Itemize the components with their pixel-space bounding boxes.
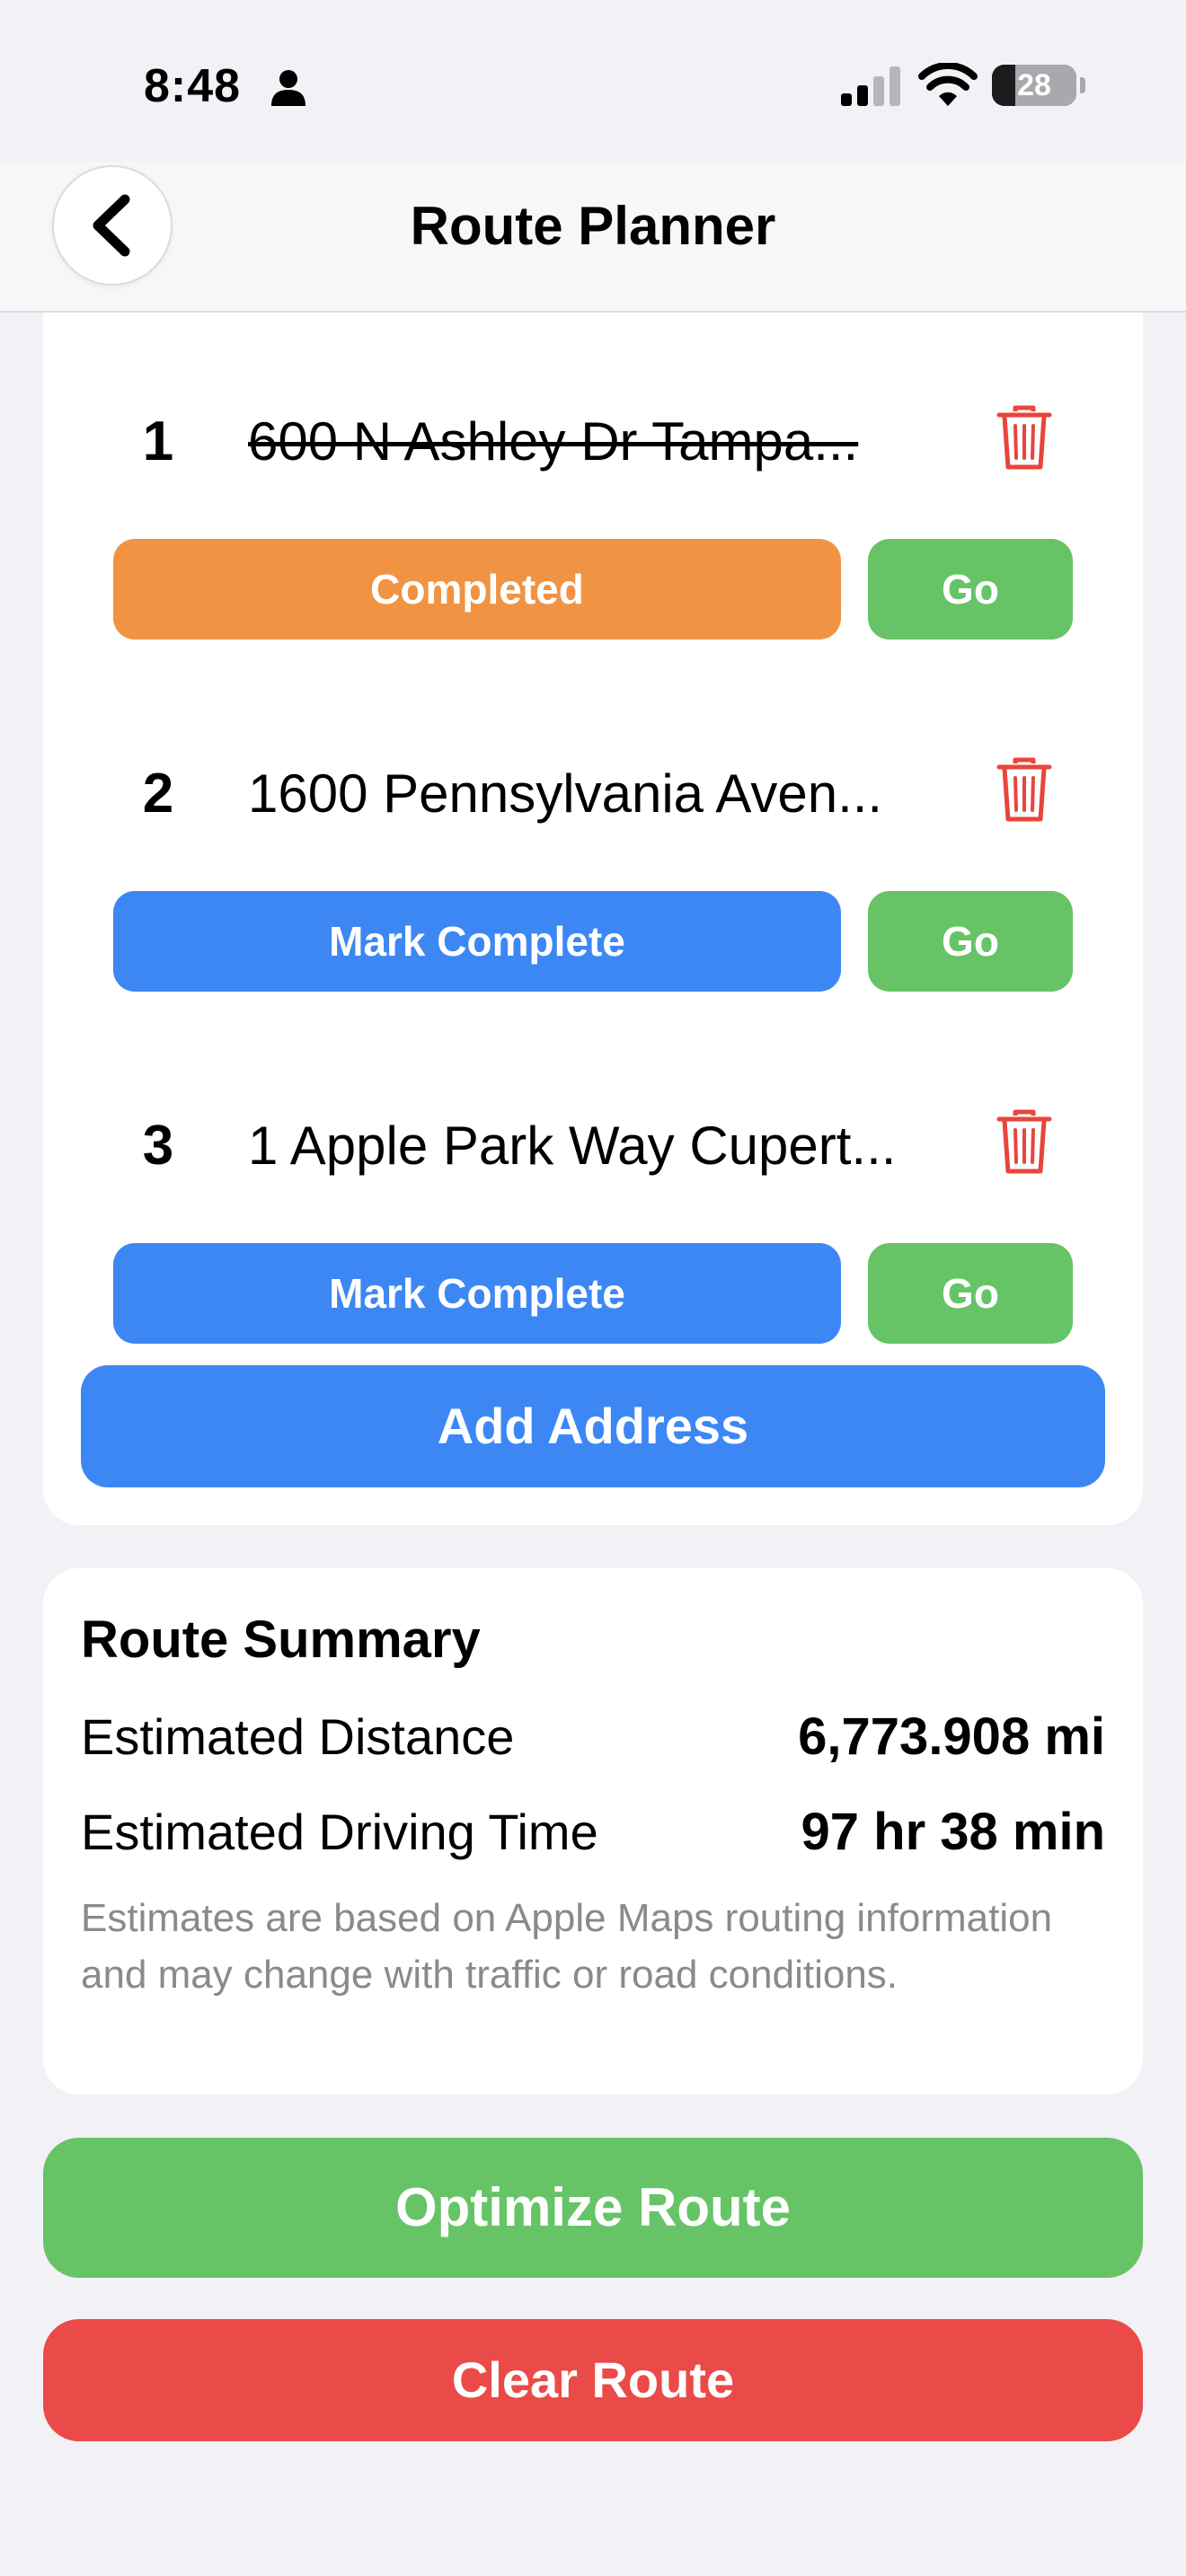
summary-title: Route Summary	[81, 1610, 481, 1669]
trash-icon[interactable]	[996, 404, 1053, 472]
mark-complete-button[interactable]: Mark Complete	[113, 1243, 841, 1344]
stop-address: 600 N Ashley Dr Tampa...	[248, 411, 859, 472]
stop-number: 1	[142, 410, 174, 472]
status-bar: 8:48 28	[0, 0, 1186, 162]
trash-icon[interactable]	[996, 1108, 1053, 1177]
driving-time-label: Estimated Driving Time	[81, 1804, 598, 1860]
stop-address: 1600 Pennsylvania Aven...	[248, 763, 883, 824]
stop-number: 3	[142, 1115, 174, 1177]
stops-card: 1 600 N Ashley Dr Tampa... Completed Go …	[43, 313, 1143, 1525]
stop-number: 2	[142, 763, 174, 825]
go-button[interactable]: Go	[868, 539, 1073, 640]
estimate-note: Estimates are based on Apple Maps routin…	[81, 1896, 1053, 1997]
add-address-button[interactable]: Add Address	[81, 1365, 1105, 1487]
status-time: 8:48	[144, 60, 242, 112]
driving-time-value: 97 hr 38 min	[801, 1803, 1105, 1861]
cellular-signal-icon	[841, 66, 900, 106]
driving-time-row: Estimated Driving Time 97 hr 38 min	[81, 1798, 1105, 1866]
go-button[interactable]: Go	[868, 1243, 1073, 1344]
stop-item-1: 1 600 N Ashley Dr Tampa... Completed Go	[43, 352, 1143, 640]
wifi-icon	[918, 63, 978, 106]
battery-level: 28	[1017, 68, 1051, 102]
battery-cap	[1080, 77, 1085, 93]
optimize-route-button[interactable]: Optimize Route	[43, 2138, 1143, 2278]
trash-icon[interactable]	[996, 756, 1053, 825]
nav-bar: Route Planner	[0, 162, 1186, 313]
page-title: Route Planner	[410, 196, 776, 256]
battery-icon: 28	[992, 65, 1076, 106]
clear-route-button[interactable]: Clear Route	[43, 2319, 1143, 2441]
distance-value: 6,773.908 mi	[798, 1707, 1105, 1766]
stop-address: 1 Apple Park Way Cupert...	[248, 1116, 897, 1176]
route-summary-card: Route Summary Estimated Distance 6,773.9…	[43, 1568, 1143, 2095]
distance-label: Estimated Distance	[81, 1708, 515, 1765]
stop-item-2: 2 1600 Pennsylvania Aven... Mark Complet…	[43, 704, 1143, 992]
mark-complete-button[interactable]: Mark Complete	[113, 891, 841, 992]
go-button[interactable]: Go	[868, 891, 1073, 992]
completed-button[interactable]: Completed	[113, 539, 841, 640]
person-icon	[271, 70, 305, 106]
distance-row: Estimated Distance 6,773.908 mi	[81, 1703, 1105, 1771]
stop-item-3: 3 1 Apple Park Way Cupert... Mark Comple…	[43, 1056, 1143, 1344]
